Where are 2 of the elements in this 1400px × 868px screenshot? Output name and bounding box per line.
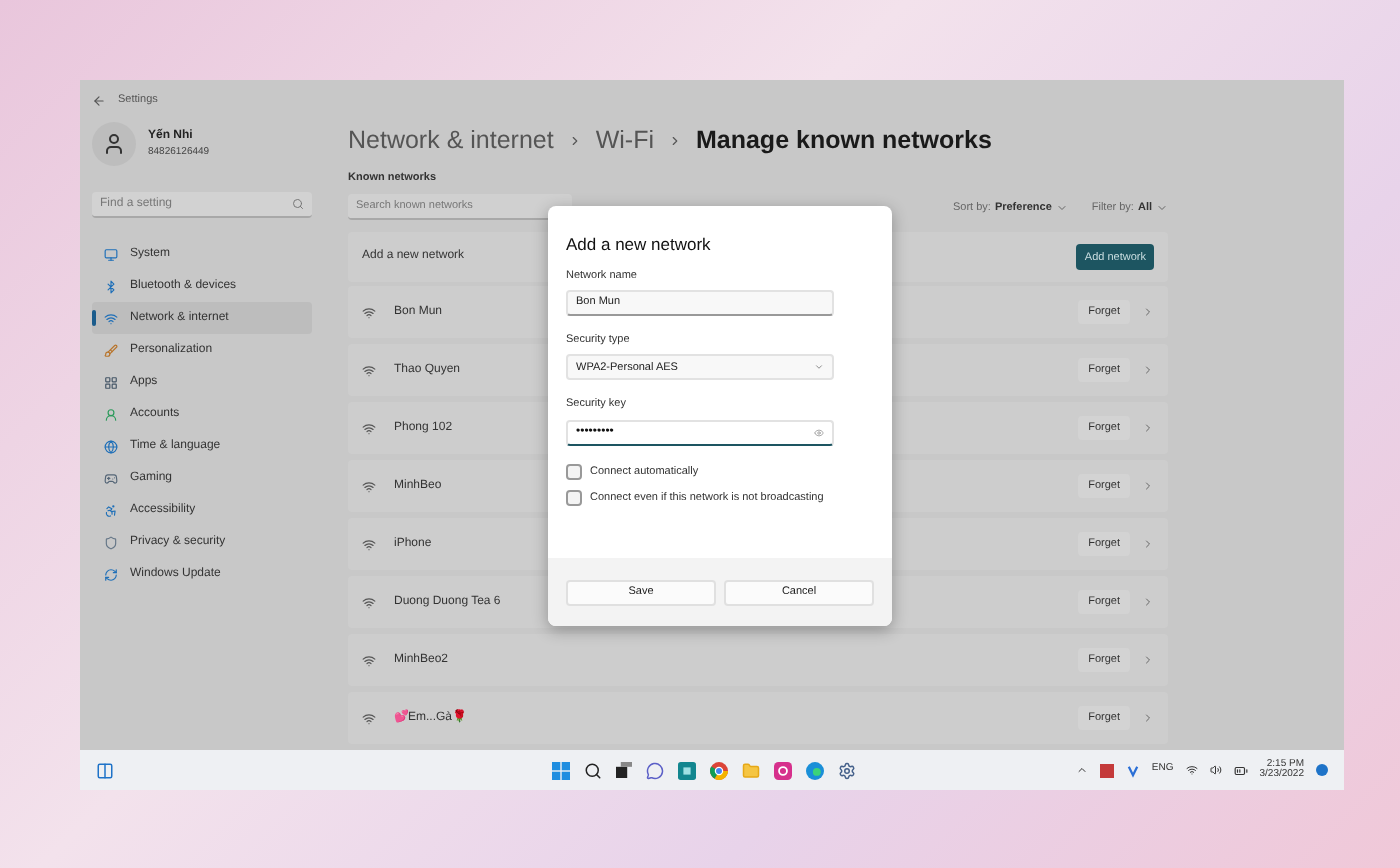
dialog-title: Add a new network (566, 232, 713, 258)
page-title: Manage known networks (695, 123, 992, 158)
